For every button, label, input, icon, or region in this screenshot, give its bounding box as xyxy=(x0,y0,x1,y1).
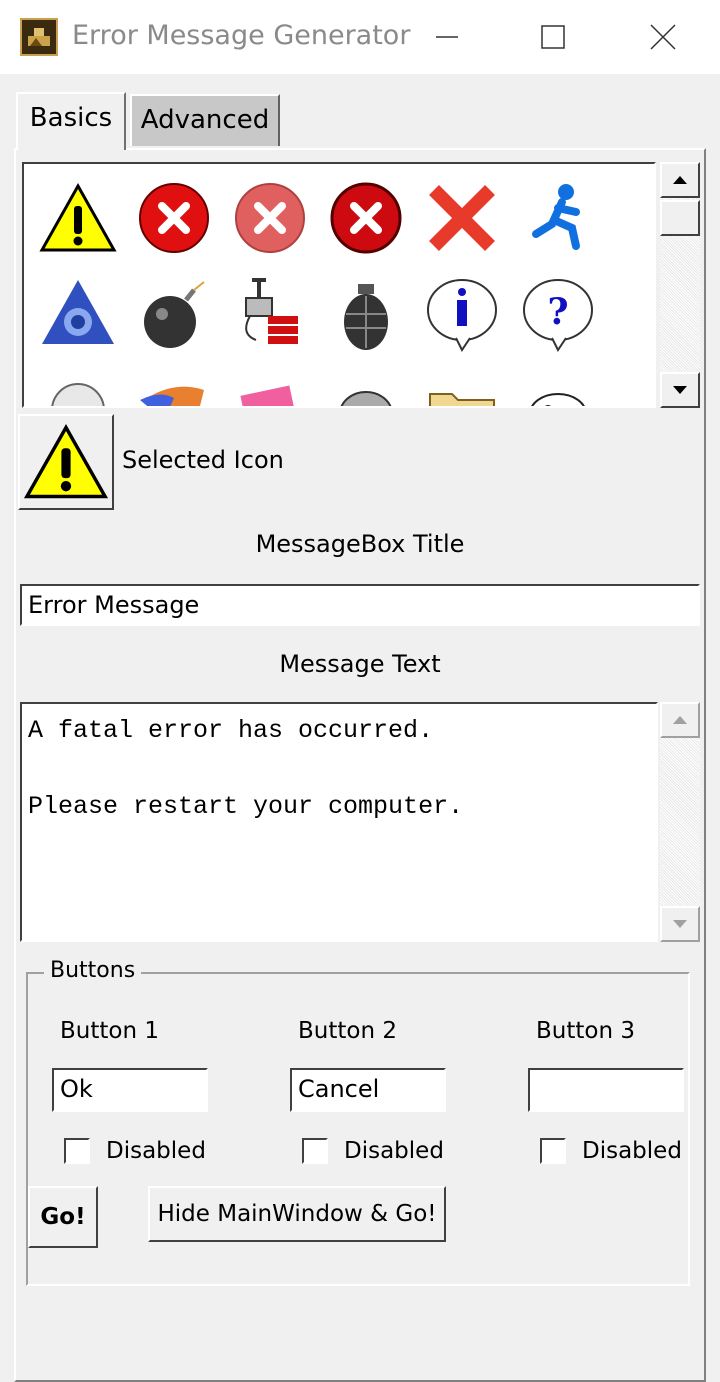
button1-input[interactable]: Ok xyxy=(52,1068,208,1112)
warning-icon[interactable] xyxy=(38,178,118,258)
button2-disabled-checkbox[interactable] xyxy=(302,1138,328,1164)
error-faded-x-icon[interactable] xyxy=(230,178,310,258)
button3-input[interactable] xyxy=(528,1068,684,1112)
selected-icon-button[interactable] xyxy=(18,414,114,510)
svg-text:?: ? xyxy=(547,291,568,333)
scroll-thumb[interactable] xyxy=(660,200,700,236)
dynamite-plunger-icon[interactable] xyxy=(230,274,310,354)
folder-icon[interactable] xyxy=(422,370,502,406)
window-title: Error Message Generator xyxy=(72,20,411,51)
button3-label: Button 3 xyxy=(536,1018,635,1044)
message-text-label: Message Text xyxy=(279,650,441,678)
error-red-x-icon[interactable] xyxy=(134,178,214,258)
icon-list[interactable]: ? xyxy=(22,162,656,408)
messagebox-title-input[interactable]: Error Message xyxy=(20,584,700,626)
red-x-icon[interactable] xyxy=(422,178,502,258)
scroll-down-button[interactable] xyxy=(660,906,700,942)
button1-disabled-label: Disabled xyxy=(106,1138,206,1164)
pink-box-icon[interactable] xyxy=(230,370,310,406)
button1-label: Button 1 xyxy=(60,1018,159,1044)
aim-runner-icon[interactable] xyxy=(518,178,598,258)
tab-basics[interactable]: Basics xyxy=(16,92,126,150)
close-button[interactable] xyxy=(638,14,688,60)
cow-icon[interactable] xyxy=(518,370,598,406)
button1-disabled-checkbox[interactable] xyxy=(64,1138,90,1164)
maximize-button[interactable] xyxy=(528,14,578,60)
title-bar: Error Message Generator xyxy=(0,0,720,74)
go-button[interactable]: Go! xyxy=(28,1186,98,1248)
button3-disabled-checkbox[interactable] xyxy=(540,1138,566,1164)
scroll-down-button[interactable] xyxy=(660,372,700,408)
main-window-client: Basics Advanced ? Selected Icon MessageB… xyxy=(0,74,720,1382)
button2-label: Button 2 xyxy=(298,1018,397,1044)
minimize-button[interactable] xyxy=(422,14,472,60)
warning-icon xyxy=(23,424,109,499)
messagebox-title-label: MessageBox Title xyxy=(255,530,465,558)
button3-disabled-label: Disabled xyxy=(582,1138,682,1164)
aol-pyramid-icon[interactable] xyxy=(38,274,118,354)
error-dark-x-icon[interactable] xyxy=(326,178,406,258)
message-text-scrollbar[interactable] xyxy=(660,702,700,942)
message-text-area[interactable]: A fatal error has occurred. Please resta… xyxy=(20,702,658,942)
dog-icon[interactable] xyxy=(326,370,406,406)
info-bubble-icon[interactable] xyxy=(422,274,502,354)
buttons-group-label: Buttons xyxy=(44,958,142,983)
icon-list-scrollbar[interactable] xyxy=(660,162,700,408)
question-bubble-icon[interactable]: ? xyxy=(518,274,598,354)
selected-icon-label: Selected Icon xyxy=(122,446,284,474)
grenade-icon[interactable] xyxy=(326,274,406,354)
bomb-icon[interactable] xyxy=(134,274,214,354)
hide-mainwindow-go-button[interactable]: Hide MainWindow & Go! xyxy=(148,1186,446,1242)
scroll-up-button[interactable] xyxy=(660,162,700,198)
app-icon[interactable] xyxy=(20,18,58,56)
button2-disabled-label: Disabled xyxy=(344,1138,444,1164)
button2-input[interactable]: Cancel xyxy=(290,1068,446,1112)
scroll-up-button[interactable] xyxy=(660,702,700,738)
wing-icon[interactable] xyxy=(134,370,214,406)
sphere-icon[interactable] xyxy=(38,370,118,406)
tab-advanced[interactable]: Advanced xyxy=(130,94,280,146)
